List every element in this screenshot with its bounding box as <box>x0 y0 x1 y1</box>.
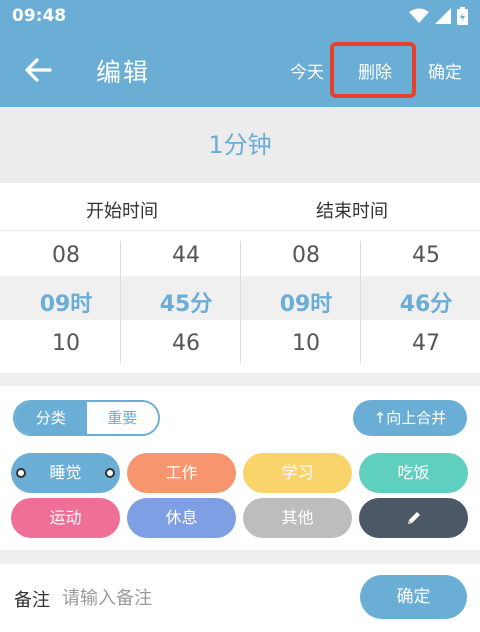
start-minute-selected[interactable]: 45分 <box>126 286 246 318</box>
pencil-icon <box>407 512 420 524</box>
end-hour-selected[interactable]: 09时 <box>246 286 366 318</box>
status-bar: 09:48 <box>0 0 480 34</box>
chip-label: 吃饭 <box>397 463 430 482</box>
start-hour-wheel[interactable]: 08 09时 10 <box>6 231 126 373</box>
picker-divider <box>360 241 361 363</box>
end-minute-wheel[interactable]: 45 46分 47 <box>366 231 480 373</box>
segment-category[interactable]: 分类 <box>15 402 87 434</box>
battery-icon <box>457 7 468 25</box>
note-input[interactable] <box>62 580 342 616</box>
note-row: 备注 确定 <box>0 564 480 632</box>
chip-label: 其他 <box>281 508 314 527</box>
end-hour-wheel[interactable]: 08 09时 10 <box>246 231 366 373</box>
category-chip-study[interactable]: 学习 <box>243 453 352 493</box>
end-minute-selected[interactable]: 46分 <box>366 286 480 318</box>
back-arrow-icon[interactable] <box>22 54 54 86</box>
note-label: 备注 <box>14 590 50 611</box>
start-hour-below[interactable]: 10 <box>6 331 126 356</box>
category-chip-work[interactable]: 工作 <box>127 453 236 493</box>
start-hour-above[interactable]: 08 <box>6 243 126 268</box>
status-time: 09:48 <box>12 6 67 26</box>
time-picker: 08 09时 10 44 45分 46 08 09时 10 45 46分 47 <box>0 231 480 373</box>
category-chip-exercise[interactable]: 运动 <box>11 498 120 538</box>
end-minute-below[interactable]: 47 <box>366 331 480 356</box>
app-bar: 09:48 编辑 今天 删除 确定 <box>0 0 480 107</box>
chip-label: 睡觉 <box>49 463 82 482</box>
start-minute-below[interactable]: 46 <box>126 331 246 356</box>
chip-label: 学习 <box>281 463 314 482</box>
category-segment-control: 分类 重要 <box>13 400 160 436</box>
chip-label: 休息 <box>165 508 198 527</box>
category-chip-other[interactable]: 其他 <box>243 498 352 538</box>
merge-up-button[interactable]: ↑向上合并 <box>353 400 467 436</box>
end-hour-above[interactable]: 08 <box>246 243 366 268</box>
picker-divider <box>240 241 241 363</box>
start-time-label: 开始时间 <box>86 201 158 222</box>
status-icons <box>409 7 468 25</box>
category-chip-sleep[interactable]: 睡觉 <box>11 453 120 493</box>
end-hour-below[interactable]: 10 <box>246 331 366 356</box>
chip-label: 工作 <box>165 463 198 482</box>
today-button[interactable]: 今天 <box>290 58 324 83</box>
category-chip-eat[interactable]: 吃饭 <box>359 453 468 493</box>
note-confirm-button[interactable]: 确定 <box>360 575 467 619</box>
wifi-icon <box>409 8 429 23</box>
delete-highlight-box <box>330 42 416 98</box>
category-chip-rest[interactable]: 休息 <box>127 498 236 538</box>
edit-categories-button[interactable] <box>359 498 468 538</box>
start-minute-wheel[interactable]: 44 45分 46 <box>126 231 246 373</box>
selection-handle-right <box>105 468 115 478</box>
segment-important[interactable]: 重要 <box>86 402 158 434</box>
page-title: 编辑 <box>96 58 151 87</box>
chip-label: 运动 <box>49 508 82 527</box>
signal-icon <box>435 8 451 24</box>
end-time-label: 结束时间 <box>316 201 388 222</box>
header-confirm-button[interactable]: 确定 <box>428 58 462 83</box>
time-headers: 开始时间 结束时间 <box>0 183 480 231</box>
duration-display: 1分钟 <box>0 107 480 183</box>
category-panel: 分类 重要 ↑向上合并 睡觉 工作 学习 吃饭 运动 休息 其他 <box>0 386 480 550</box>
picker-divider <box>120 241 121 363</box>
start-minute-above[interactable]: 44 <box>126 243 246 268</box>
end-minute-above[interactable]: 45 <box>366 243 480 268</box>
selection-handle-left <box>16 468 26 478</box>
start-hour-selected[interactable]: 09时 <box>6 286 126 318</box>
